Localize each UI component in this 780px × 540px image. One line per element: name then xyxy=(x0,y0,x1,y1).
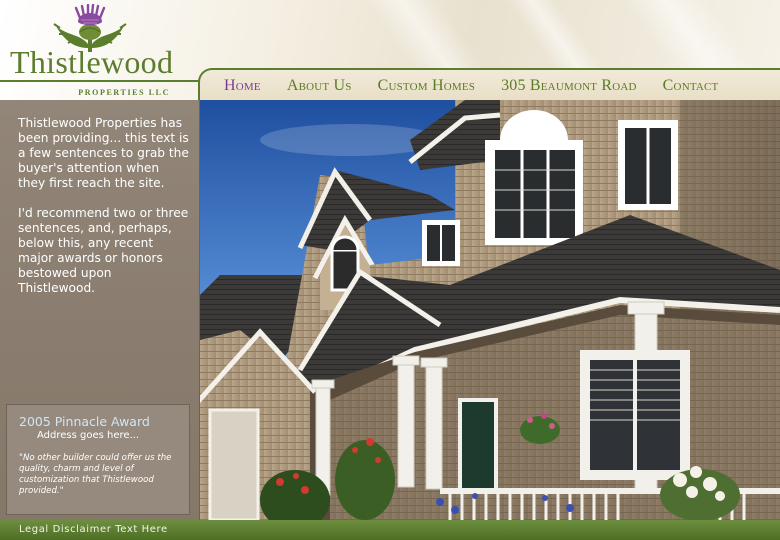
nav-home[interactable]: Home xyxy=(224,77,261,95)
testimonial-quote: "No other builder could offer us the qua… xyxy=(19,453,172,496)
intro-text: Thistlewood Properties has been providin… xyxy=(18,116,190,296)
nav-custom-homes[interactable]: Custom Homes xyxy=(378,77,476,95)
nav-about-us[interactable]: About Us xyxy=(287,77,352,95)
intro-paragraph-1: Thistlewood Properties has been providin… xyxy=(18,116,189,190)
sidebar: Thistlewood Properties has been providin… xyxy=(0,100,200,520)
nav-contact[interactable]: Contact xyxy=(663,77,719,95)
award-title: 2005 Pinnacle Award xyxy=(19,414,150,429)
main-nav: Home About Us Custom Homes 305 Beaumont … xyxy=(210,72,744,100)
nav-305-beaumont-road[interactable]: 305 Beaumont Road xyxy=(501,77,637,95)
header-rule xyxy=(0,80,210,82)
brand-tagline: PROPERTIES LLC xyxy=(78,88,170,97)
legal-disclaimer-link[interactable]: Legal Disclaimer Text Here xyxy=(19,524,168,535)
intro-paragraph-2: I'd recommend two or three sentences, an… xyxy=(18,206,189,295)
brand-name: Thistlewood xyxy=(10,44,174,80)
award-address: Address goes here... xyxy=(37,430,140,441)
award-box: 2005 Pinnacle Award Address goes here...… xyxy=(6,404,190,515)
house-illustration xyxy=(200,100,780,520)
house-photo xyxy=(200,100,780,520)
logo[interactable]: Thistlewood PROPERTIES LLC xyxy=(10,4,174,97)
site-footer: Legal Disclaimer Text Here xyxy=(0,520,780,540)
